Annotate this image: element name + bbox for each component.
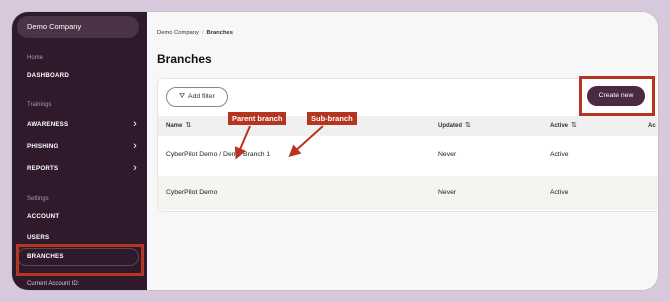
sort-icon[interactable]: ⇅: [185, 122, 191, 129]
sidebar: Demo Company Home DASHBOARD Trainings AW…: [12, 12, 147, 290]
sidebar-item-reports[interactable]: REPORTS ›: [27, 162, 137, 176]
sidebar-item-users[interactable]: USERS: [27, 231, 137, 245]
highlight-box-branches: [16, 244, 144, 276]
sort-icon[interactable]: ⇅: [571, 122, 577, 129]
filter-icon: ⛛: [179, 93, 186, 100]
create-new-button[interactable]: Create new: [587, 86, 645, 106]
sidebar-item-dashboard[interactable]: DASHBOARD: [27, 69, 137, 83]
company-selector[interactable]: Demo Company: [17, 16, 139, 38]
sidebar-item-label: PHISHING: [27, 143, 59, 150]
column-header-updated[interactable]: Updated ⇅: [438, 116, 471, 136]
page-title: Branches: [157, 52, 212, 66]
cell-name: CyberPilot Demo / Demo Branch 1: [166, 151, 271, 158]
callout-sub-branch: Sub-branch: [307, 112, 357, 125]
account-id-label: Current Account ID:: [27, 281, 80, 287]
callout-parent-branch: Parent branch: [228, 112, 287, 125]
app-window: Demo Company Home DASHBOARD Trainings AW…: [12, 12, 658, 290]
sidebar-item-label: AWARENESS: [27, 121, 69, 128]
add-filter-button[interactable]: ⛛ Add filter: [166, 87, 228, 107]
main-content: Demo Company / Branches Branches ⛛ Add filt…: [147, 12, 658, 290]
column-header-label: Updated: [438, 123, 462, 129]
sidebar-item-label: REPORTS: [27, 165, 59, 172]
breadcrumb-current: Branches: [206, 30, 233, 36]
chevron-right-icon: ›: [133, 118, 137, 130]
cell-updated: Never: [438, 189, 457, 196]
cell-updated: Never: [438, 151, 457, 158]
column-header-label: Name: [166, 123, 183, 129]
table-row[interactable]: CyberPilot Demo Never Active: [158, 176, 658, 210]
sort-icon[interactable]: ⇅: [465, 122, 471, 129]
breadcrumb: Demo Company / Branches: [157, 30, 233, 36]
table-row[interactable]: CyberPilot Demo / Demo Branch 1 Never Ac…: [158, 136, 658, 174]
cell-name: CyberPilot Demo: [166, 189, 218, 196]
column-header-label: Active: [550, 123, 569, 129]
chevron-right-icon: ›: [133, 140, 137, 152]
sidebar-item-account[interactable]: ACCOUNT: [27, 210, 137, 224]
breadcrumb-separator: /: [201, 30, 204, 36]
chevron-right-icon: ›: [133, 162, 137, 174]
cell-active: Active: [550, 151, 569, 158]
sidebar-item-phishing[interactable]: PHISHING ›: [27, 140, 137, 154]
add-filter-label: Add filter: [188, 93, 215, 100]
column-header-extra[interactable]: Ac: [648, 116, 656, 136]
breadcrumb-parent[interactable]: Demo Company: [157, 30, 199, 36]
column-header-active[interactable]: Active ⇅: [550, 116, 577, 136]
section-label-settings: Settings: [27, 196, 49, 202]
section-label-trainings: Trainings: [27, 102, 52, 108]
section-label-home: Home: [27, 55, 44, 61]
sidebar-item-awareness[interactable]: AWARENESS ›: [27, 118, 137, 132]
cell-active: Active: [550, 189, 569, 196]
column-header-name[interactable]: Name ⇅: [166, 116, 191, 136]
